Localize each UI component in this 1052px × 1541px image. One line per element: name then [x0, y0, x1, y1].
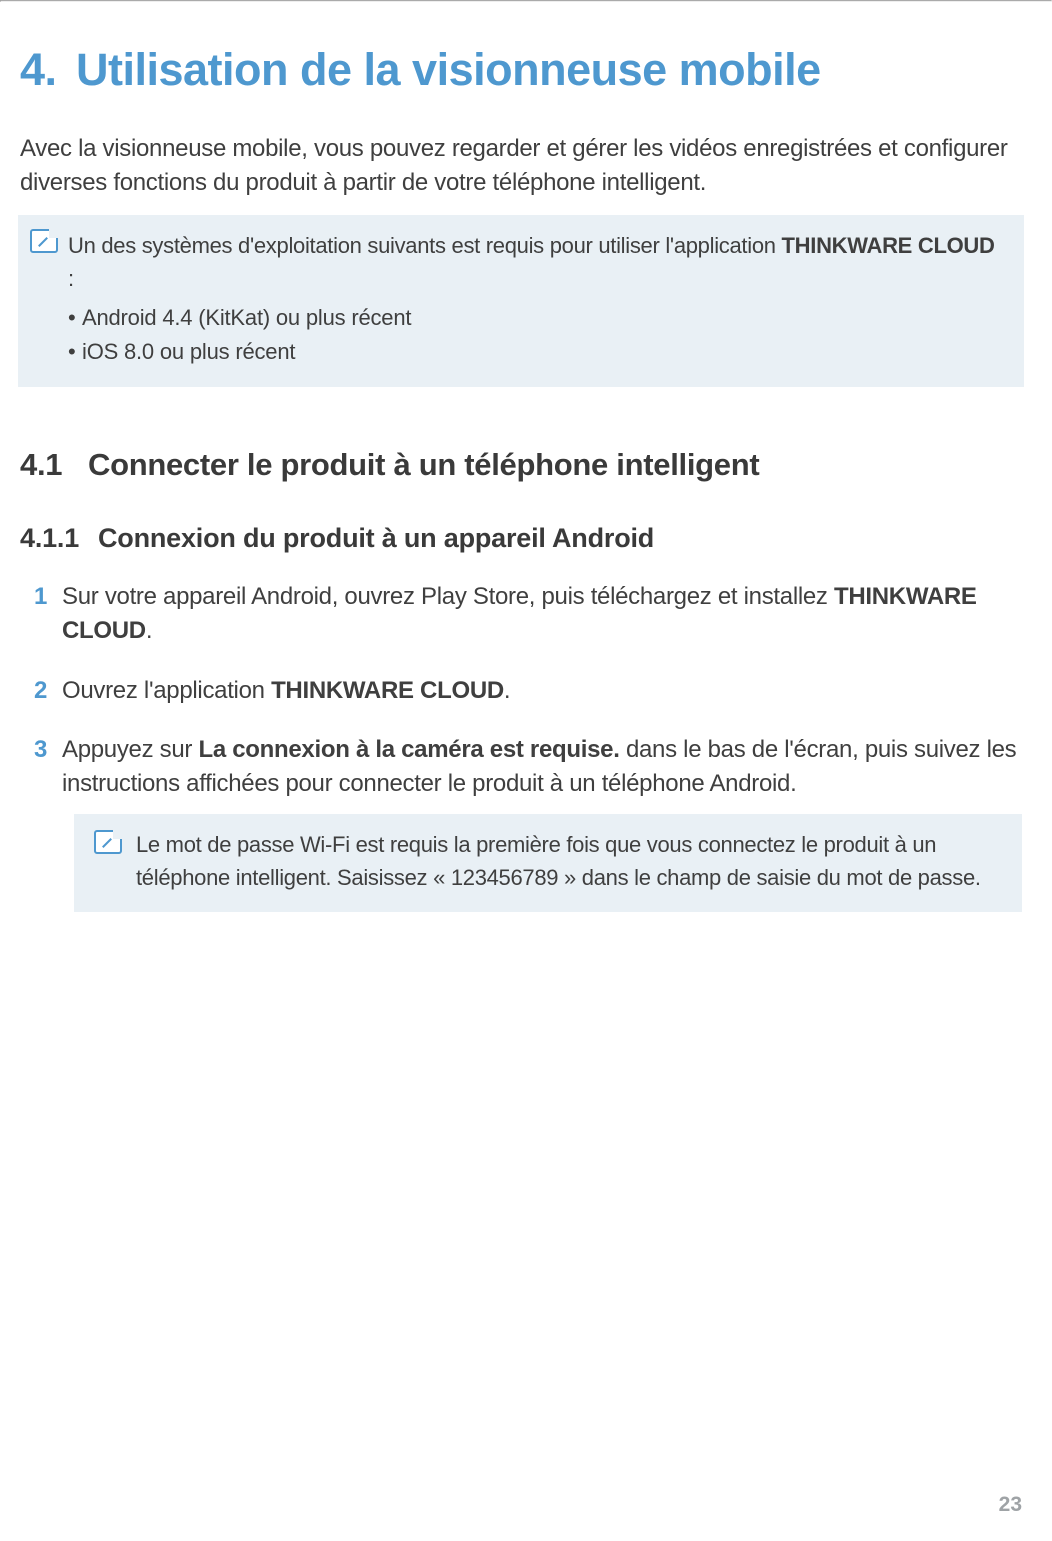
step-item: 3 Appuyez sur La connexion à la caméra e… — [34, 733, 1022, 912]
chapter-text: Utilisation de la visionneuse mobile — [76, 44, 821, 96]
note-text: Le mot de passe Wi-Fi est requis la prem… — [136, 828, 1004, 894]
note-bullet: Android 4.4 (KitKat) ou plus récent — [68, 301, 1006, 335]
intro-paragraph: Avec la visionneuse mobile, vous pouvez … — [20, 132, 1022, 199]
steps-list: 1 Sur votre appareil Android, ouvrez Pla… — [20, 580, 1022, 912]
step-text: Ouvrez l'application THINKWARE CLOUD. — [62, 674, 1022, 708]
subsection-heading: 4.1.1 Connexion du produit à un appareil… — [20, 523, 1022, 554]
step-text: Sur votre appareil Android, ouvrez Play … — [62, 580, 1022, 647]
note-bullet: iOS 8.0 ou plus récent — [68, 335, 1006, 369]
subsection-number: 4.1.1 — [20, 523, 98, 554]
page-content: 4. Utilisation de la visionneuse mobile … — [0, 2, 1052, 912]
chapter-number: 4. — [20, 44, 76, 96]
note-icon — [94, 830, 122, 854]
note-box-requirements: Un des systèmes d'exploitation suivants … — [18, 215, 1024, 387]
step-text: Appuyez sur La connexion à la caméra est… — [62, 733, 1022, 912]
step-number: 3 — [34, 733, 62, 912]
step-item: 2 Ouvrez l'application THINKWARE CLOUD. — [34, 674, 1022, 708]
chapter-title: 4. Utilisation de la visionneuse mobile — [20, 44, 1022, 96]
step-number: 1 — [34, 580, 62, 647]
section-number: 4.1 — [20, 447, 88, 483]
subsection-title: Connexion du produit à un appareil Andro… — [98, 523, 654, 554]
page-number: 23 — [999, 1493, 1022, 1517]
note-bullet-list: Android 4.4 (KitKat) ou plus récent iOS … — [68, 301, 1006, 369]
note-lead: Un des systèmes d'exploitation suivants … — [68, 229, 1006, 295]
step-number: 2 — [34, 674, 62, 708]
note-icon — [30, 229, 58, 253]
note-box-password: Le mot de passe Wi-Fi est requis la prem… — [74, 814, 1022, 912]
section-heading: 4.1 Connecter le produit à un téléphone … — [20, 447, 1022, 483]
step-item: 1 Sur votre appareil Android, ouvrez Pla… — [34, 580, 1022, 647]
section-title: Connecter le produit à un téléphone inte… — [88, 447, 759, 483]
